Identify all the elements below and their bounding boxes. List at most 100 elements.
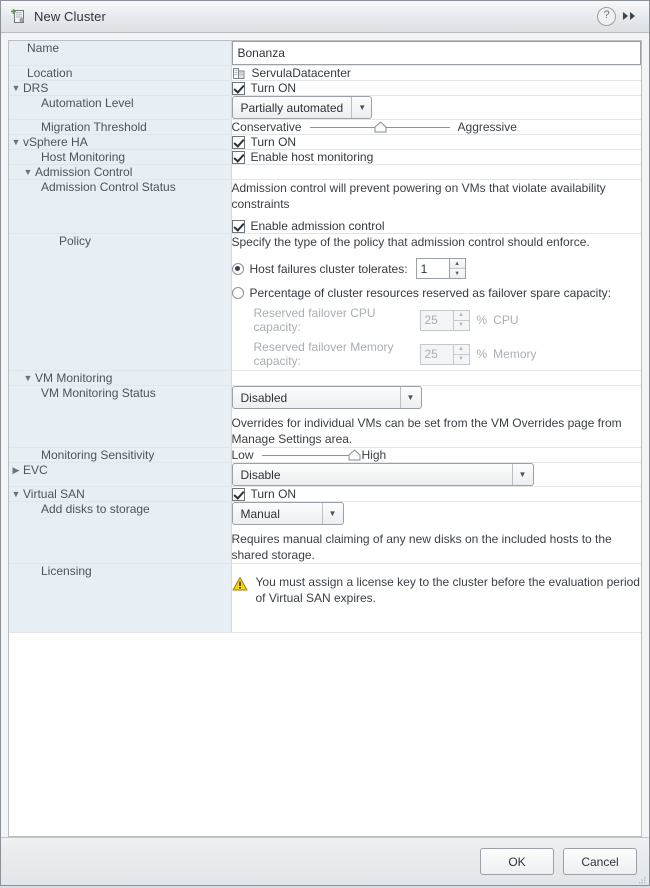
reserved-memory-percent-sign: % [476,347,488,361]
value-cell-host-monitoring: Enable host monitoring [231,149,641,165]
value-cell-licensing: You must assign a license key to the clu… [231,563,641,633]
chevron-down-icon[interactable]: ▼ [9,81,23,95]
new-cluster-icon [10,8,27,25]
add-disks-value: Manual [240,506,280,521]
policy-option-percentage[interactable]: Percentage of cluster resources reserved… [231,286,642,300]
row-host-monitoring: Host Monitoring Enable host monitoring [9,149,641,165]
monitoring-sensitivity-slider[interactable]: Low High [232,448,642,462]
chevron-down-icon[interactable]: ▼ [21,371,35,385]
stepper-down-icon[interactable]: ▼ [449,269,465,278]
label-vm-monitoring: VM Monitoring [35,371,113,385]
host-failures-value[interactable]: 1 [415,258,450,279]
reserved-memory-label: Reserved failover Memory capacity: [253,340,394,368]
stepper-down-icon[interactable]: ▼ [453,354,469,364]
chevron-down-icon[interactable]: ▼ [21,165,35,179]
enable-host-monitoring-checkbox[interactable] [231,150,245,164]
vsphere-ha-turn-on-label: Turn ON [250,135,297,149]
host-failures-radio[interactable] [231,262,244,275]
value-cell-migration-threshold: Conservative Aggressive [231,119,642,135]
reserved-memory-value[interactable]: 25 [419,343,454,365]
reserved-cpu-unit: CPU [493,313,519,327]
label-cell-admission-control[interactable]: ▼ Admission Control [9,164,232,180]
licensing-message: You must assign a license key to the clu… [255,575,640,605]
row-name: Name [9,41,641,66]
drs-turn-on-label: Turn ON [250,81,297,95]
new-cluster-dialog: New Cluster ? Name Bonanza Location Serv… [0,0,650,886]
chevron-down-icon: ▼ [511,464,533,485]
label-migration-threshold: Migration Threshold [41,120,147,134]
automation-level-dropdown[interactable]: Partially automated ▼ [231,96,372,119]
label-automation-level: Automation Level [41,96,134,110]
label-cell-vm-monitoring-status: VM Monitoring Status [9,385,232,448]
cancel-button[interactable]: Cancel [563,848,637,875]
label-cell-vsphere-ha[interactable]: ▼ vSphere HA [9,134,232,150]
reserved-cpu-stepper-buttons[interactable]: ▲ ▼ [453,309,470,331]
resize-grip[interactable] [637,874,646,884]
drs-turn-on-checkbox[interactable] [231,81,245,95]
enable-admission-control-checkbox[interactable] [231,219,245,233]
slider-track[interactable] [309,120,450,134]
row-add-disks: Add disks to storage Manual ▼ Requires m… [9,501,641,564]
sensitivity-low-label: Low [231,448,254,462]
value-cell-add-disks: Manual ▼ Requires manual claiming of any… [231,501,641,564]
reserved-memory-unit: Memory [493,347,537,361]
label-cell-add-disks: Add disks to storage [9,501,232,564]
host-failures-stepper[interactable]: 1 ▲ ▼ [415,258,466,279]
reserved-cpu-stepper[interactable]: 25 ▲ ▼ [419,309,470,331]
label-host-monitoring: Host Monitoring [41,150,126,164]
reserved-memory-row: Reserved failover Memory capacity: 25 ▲ … [254,340,642,368]
vm-monitoring-status-dropdown[interactable]: Disabled ▼ [231,386,422,409]
label-virtual-san: Virtual SAN [23,487,85,501]
value-cell-vm-monitoring-status: Disabled ▼ Overrides for individual VMs … [231,385,641,448]
slider-handle[interactable] [374,121,387,133]
percentage-radio[interactable] [231,287,244,299]
value-cell-location: ServulaDatacenter [231,65,641,81]
stepper-up-icon[interactable]: ▲ [453,344,469,355]
label-cell-monitoring-sensitivity: Monitoring Sensitivity [9,447,232,463]
label-cell-host-monitoring: Host Monitoring [9,149,232,165]
percentage-label: Percentage of cluster resources reserved… [249,286,612,300]
stepper-down-icon[interactable]: ▼ [453,320,469,330]
reserved-cpu-value[interactable]: 25 [419,309,454,331]
chevron-down-icon[interactable]: ▼ [9,487,23,501]
label-cell-evc[interactable]: ▶ EVC [9,462,232,487]
expand-chevrons-icon[interactable] [622,10,641,24]
row-vm-monitoring: ▼ VM Monitoring [9,370,641,386]
help-icon[interactable]: ? [597,7,616,26]
chevron-down-icon[interactable]: ▼ [9,135,23,149]
label-cell-drs[interactable]: ▼ DRS [9,80,232,96]
label-add-disks: Add disks to storage [41,502,150,516]
row-automation-level: Automation Level Partially automated ▼ [9,95,641,120]
row-evc: ▶ EVC Disable ▼ [9,462,641,487]
policy-option-host-failures[interactable]: Host failures cluster tolerates: 1 ▲ ▼ [231,258,642,279]
migration-threshold-low-label: Conservative [231,120,302,134]
label-location: Location [27,66,73,80]
reserved-memory-stepper-buttons[interactable]: ▲ ▼ [453,343,470,365]
label-cell-virtual-san[interactable]: ▼ Virtual SAN [9,486,232,502]
migration-threshold-slider[interactable]: Conservative Aggressive [232,120,642,134]
reserved-memory-stepper[interactable]: 25 ▲ ▼ [419,343,470,365]
stepper-up-icon[interactable]: ▲ [453,310,469,321]
add-disks-description: Requires manual claiming of any new disk… [231,532,612,562]
slider-handle[interactable] [348,449,361,461]
label-cell-admission-control-status: Admission Control Status [9,179,232,234]
virtual-san-turn-on-checkbox[interactable] [231,487,245,501]
label-cell-vm-monitoring[interactable]: ▼ VM Monitoring [9,370,232,386]
slider-track[interactable] [261,448,361,462]
cluster-name-input[interactable] [231,41,641,65]
ok-button[interactable]: OK [480,848,554,875]
vsphere-ha-turn-on-checkbox[interactable] [231,135,245,149]
stepper-up-icon[interactable]: ▲ [449,259,465,269]
row-policy: Policy Specify the type of the policy th… [9,233,642,371]
migration-threshold-high-label: Aggressive [457,120,517,134]
chevron-right-icon[interactable]: ▶ [9,463,23,477]
label-policy: Policy [59,234,92,248]
value-cell-name [231,41,641,66]
host-failures-stepper-buttons[interactable]: ▲ ▼ [449,258,466,279]
label-vsphere-ha: vSphere HA [23,135,88,149]
evc-value: Disable [240,467,281,482]
value-cell-drs: Turn ON [231,80,641,96]
evc-dropdown[interactable]: Disable ▼ [231,463,534,486]
add-disks-dropdown[interactable]: Manual ▼ [231,502,344,525]
label-cell-automation-level: Automation Level [9,95,232,120]
